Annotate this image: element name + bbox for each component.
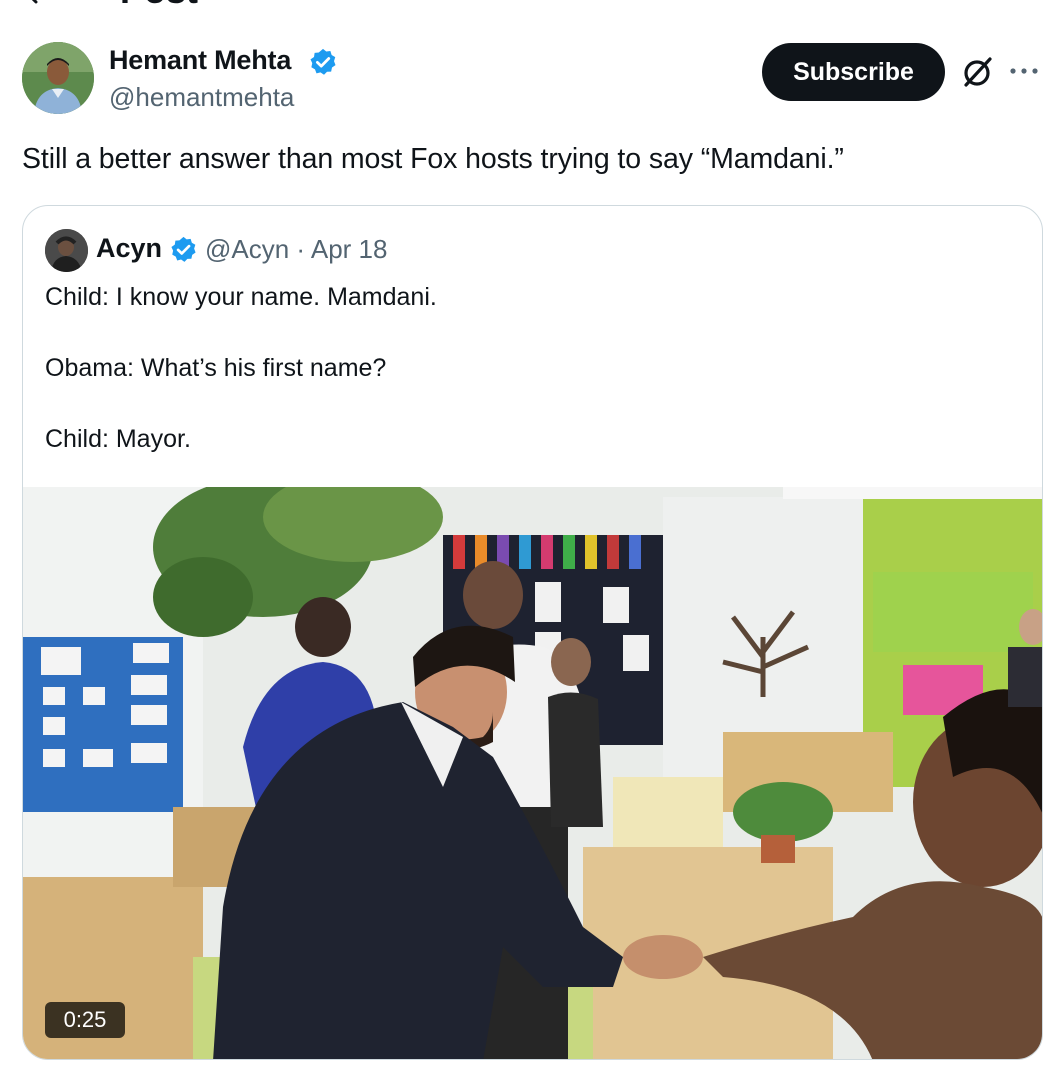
quoted-text-line: Child: Mayor.: [45, 425, 191, 453]
quoted-author-meta: @Acyn · Apr 18: [205, 234, 388, 264]
post-page: Post Hemant Mehta @hemantmehta Subscribe: [0, 0, 1054, 1074]
subscribe-button[interactable]: Subscribe: [762, 43, 945, 101]
author-name[interactable]: Hemant Mehta: [109, 45, 291, 76]
quoted-post-card[interactable]: Acyn @Acyn · Apr 18 Child: I know your n…: [22, 205, 1043, 1060]
post-text: Still a better answer than most Fox host…: [22, 143, 844, 175]
video-duration-badge: 0:25: [45, 1002, 125, 1038]
back-arrow-icon[interactable]: [22, 0, 52, 8]
quoted-text-line: Child: I know your name. Mamdani.: [45, 283, 437, 311]
author-avatar[interactable]: [22, 42, 94, 114]
top-header: Post: [0, 0, 1054, 9]
video-thumbnail[interactable]: 0:25: [23, 487, 1042, 1059]
grok-icon[interactable]: [960, 54, 996, 90]
author-row: Hemant Mehta @hemantmehta Subscribe: [22, 42, 1038, 118]
verified-badge-icon: [171, 236, 196, 262]
quoted-text-line: Obama: What’s his first name?: [45, 354, 387, 382]
quoted-author-avatar: [45, 229, 88, 272]
verified-badge-icon: [310, 48, 336, 75]
author-handle[interactable]: @hemantmehta: [109, 82, 294, 113]
quoted-author-name: Acyn: [96, 233, 163, 263]
page-title: Post: [120, 0, 198, 9]
more-icon[interactable]: [1006, 56, 1042, 86]
